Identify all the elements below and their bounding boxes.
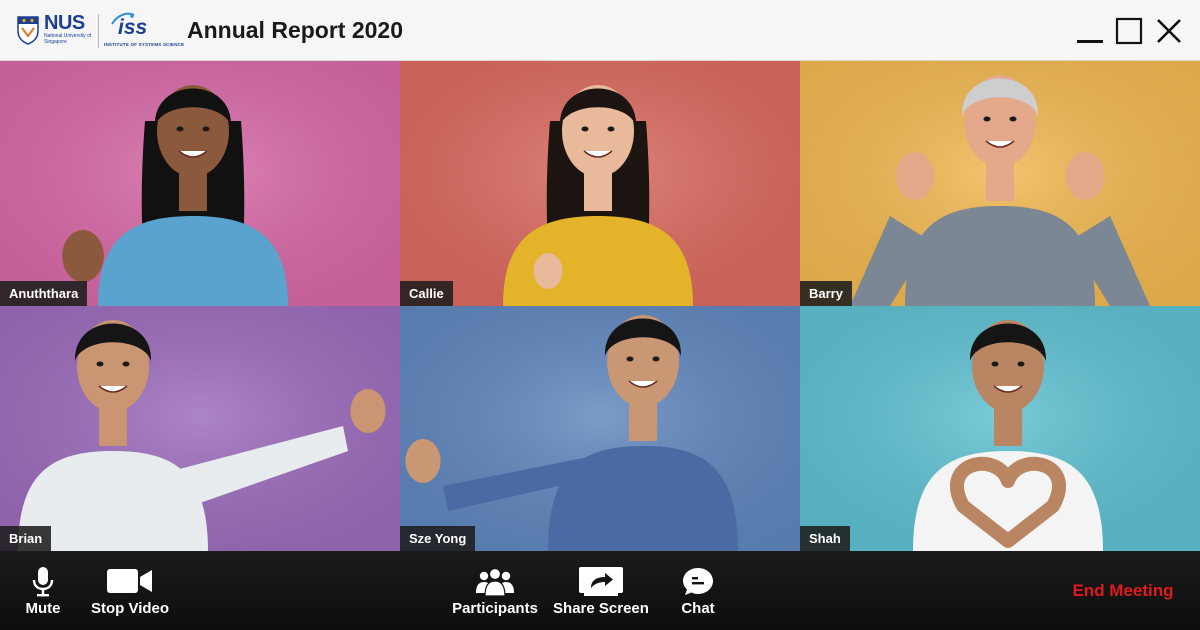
mute-label: Mute — [25, 600, 61, 617]
chat-label: Chat — [681, 600, 715, 617]
participant-tile[interactable]: Callie — [400, 61, 800, 306]
participant-video — [800, 306, 1200, 551]
nus-subtitle: National University of Singapore — [44, 33, 92, 45]
microphone-icon — [32, 567, 54, 597]
mute-button[interactable]: Mute — [18, 551, 68, 630]
participant-name-tag: Callie — [400, 281, 453, 306]
participant-name-tag: Shah — [800, 526, 850, 551]
participant-name-tag: Anuththara — [0, 281, 88, 306]
participants-label: Participants — [452, 600, 538, 617]
nus-wordmark: NUS — [44, 12, 85, 34]
logo-divider — [98, 14, 99, 48]
participant-name-tag: Sze Yong — [400, 526, 476, 551]
participant-video — [0, 306, 400, 551]
participant-name-tag: Brian — [0, 526, 52, 551]
participant-video — [400, 306, 800, 551]
participant-video — [0, 61, 400, 306]
participant-video — [400, 61, 800, 306]
iss-wordmark: iss — [118, 16, 148, 39]
share-screen-icon — [579, 567, 623, 596]
iss-subtitle: INSTITUTE OF SYSTEMS SCIENCE — [104, 42, 185, 47]
end-meeting-button[interactable]: End Meeting — [1060, 581, 1186, 601]
participant-name-tag: Barry — [800, 281, 852, 306]
minimize-icon[interactable] — [1075, 16, 1105, 46]
participant-tile[interactable]: Barry — [800, 61, 1200, 306]
participants-button[interactable]: Participants — [450, 551, 540, 630]
participant-tile[interactable]: Sze Yong — [400, 306, 800, 551]
video-camera-icon — [107, 569, 152, 593]
video-grid: Anuththara Callie Barry Brian Sze Yong S… — [0, 61, 1200, 551]
participants-icon — [476, 567, 514, 597]
meeting-toolbar: Mute Stop Video Participants Share Scree… — [0, 551, 1200, 630]
chat-bubble-icon — [683, 568, 713, 595]
participant-tile[interactable]: Anuththara — [0, 61, 400, 306]
participant-tile[interactable]: Shah — [800, 306, 1200, 551]
nus-crest-icon — [17, 16, 39, 45]
title-bar: NUS National University of Singapore iss… — [0, 0, 1200, 61]
nus-logo: NUS National University of Singapore — [16, 12, 94, 49]
close-icon[interactable] — [1154, 16, 1184, 46]
share-screen-button[interactable]: Share Screen — [552, 551, 650, 630]
participant-video — [800, 61, 1200, 306]
maximize-icon[interactable] — [1114, 16, 1144, 46]
iss-logo: iss INSTITUTE OF SYSTEMS SCIENCE — [104, 12, 184, 50]
chat-button[interactable]: Chat — [672, 551, 724, 630]
share-screen-label: Share Screen — [553, 600, 649, 617]
participant-tile[interactable]: Brian — [0, 306, 400, 551]
window-title: Annual Report 2020 — [187, 17, 403, 43]
stop-video-label: Stop Video — [90, 600, 170, 617]
stop-video-button[interactable]: Stop Video — [88, 551, 172, 630]
